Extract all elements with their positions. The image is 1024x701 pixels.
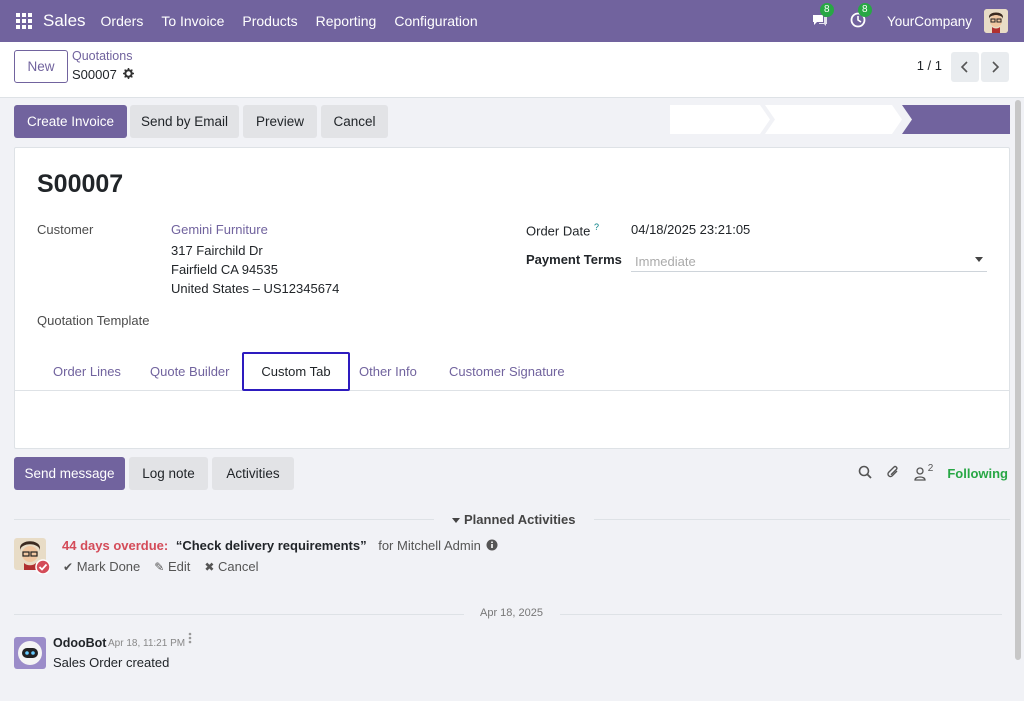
message-options-icon[interactable] (188, 632, 192, 644)
cancel-order-button[interactable]: Cancel (321, 105, 388, 138)
status-pipeline (670, 105, 1010, 134)
user-avatar[interactable] (984, 9, 1008, 33)
planned-activities-label: Planned Activities (464, 512, 576, 527)
menu-configuration[interactable]: Configuration (385, 13, 486, 29)
caret-down-icon (452, 518, 460, 524)
pencil-icon: ✎ (154, 560, 165, 574)
activity-clock-icon[interactable]: 8 (849, 3, 872, 31)
breadcrumb-quotations[interactable]: Quotations (72, 49, 132, 63)
gear-icon[interactable] (122, 67, 134, 82)
chevron-left-icon (960, 61, 968, 73)
order-date-label-text: Order Date (526, 223, 591, 239)
activity-line: 44 days overdue: “Check delivery require… (62, 538, 498, 554)
customer-label: Customer (37, 222, 94, 237)
followers-button[interactable]: 2 (914, 463, 933, 481)
overdue-text: 44 days overdue: (62, 538, 169, 553)
tab-customer-signature[interactable]: Customer Signature (449, 352, 565, 391)
send-message-button[interactable]: Send message (14, 457, 125, 490)
menu-products[interactable]: Products (233, 13, 306, 29)
messaging-icon[interactable]: 8 (811, 3, 834, 31)
caret-down-icon (975, 257, 983, 262)
send-by-email-button[interactable]: Send by Email (130, 105, 239, 138)
date-divider-left (14, 614, 464, 615)
pager-previous-button[interactable] (951, 52, 979, 82)
date-separator: Apr 18, 2025 (480, 607, 543, 619)
activity-assignee: for Mitchell Admin (378, 538, 481, 553)
record-name: S00007 (72, 67, 117, 82)
status-step-quotation[interactable] (670, 105, 770, 134)
status-step-quotation-sent[interactable] (765, 105, 902, 134)
new-button[interactable]: New (14, 50, 68, 83)
messages-badge: 8 (819, 3, 834, 17)
mark-done-button[interactable]: ✔ Mark Done (63, 559, 140, 574)
search-icon[interactable] (858, 465, 872, 482)
order-name: S00007 (37, 170, 124, 198)
form-sheet: S00007 Customer Gemini Furniture 317 Fai… (14, 147, 1010, 449)
payment-terms-placeholder: Immediate (635, 254, 696, 269)
order-date-label: Order Date ? (526, 222, 599, 238)
log-note-button[interactable]: Log note (129, 457, 208, 490)
info-icon[interactable] (486, 539, 498, 554)
help-tooltip-icon[interactable]: ? (594, 222, 599, 232)
activity-summary: “Check delivery requirements” (175, 538, 367, 553)
planned-activities-toggle[interactable]: Planned Activities (452, 512, 576, 527)
activities-badge: 8 (857, 3, 872, 17)
odoobot-avatar[interactable] (14, 637, 46, 669)
quotation-template-label: Quotation Template (37, 313, 150, 328)
control-panel: New Quotations S00007 1 / 1 (0, 42, 1024, 98)
address-line-1: 317 Fairchild Dr (171, 243, 263, 258)
close-icon: ✖ (204, 560, 215, 574)
check-icon: ✔ (63, 560, 74, 574)
order-date-value[interactable]: 04/18/2025 23:21:05 (631, 222, 750, 237)
message-body: Sales Order created (53, 655, 170, 670)
message-timestamp: Apr 18, 11:21 PM (108, 638, 186, 649)
followers-count: 2 (927, 462, 934, 474)
top-navbar: Sales Orders To Invoice Products Reporti… (0, 0, 1024, 42)
chevron-right-icon (992, 61, 1000, 73)
paperclip-icon[interactable] (886, 465, 900, 482)
address-line-3: United States – US12345674 (171, 281, 340, 296)
tab-order-lines[interactable]: Order Lines (53, 352, 121, 391)
activity-actions: ✔ Mark Done ✎ Edit ✖ Cancel (63, 559, 259, 574)
message-author[interactable]: OdooBot (53, 636, 106, 650)
cancel-label: Cancel (218, 559, 259, 574)
menu-reporting[interactable]: Reporting (307, 13, 386, 29)
create-invoice-button[interactable]: Create Invoice (14, 105, 127, 138)
payment-terms-label: Payment Terms (526, 252, 622, 267)
cancel-activity-button[interactable]: ✖ Cancel (204, 559, 258, 574)
following-button[interactable]: Following (947, 466, 1008, 481)
chatter-tools: 2 Following (858, 463, 1008, 482)
status-step-sales-order[interactable] (902, 105, 1010, 134)
menu-orders[interactable]: Orders (92, 13, 153, 29)
payment-terms-select[interactable]: Immediate (631, 250, 987, 272)
edit-label: Edit (167, 559, 191, 574)
user-icon (914, 466, 926, 481)
notebook-tabs: Order Lines Quote Builder Custom Tab Oth… (15, 352, 1009, 391)
activities-button[interactable]: Activities (212, 457, 294, 490)
page-scrollbar[interactable] (1015, 100, 1021, 660)
mark-done-label: Mark Done (76, 559, 141, 574)
preview-button[interactable]: Preview (243, 105, 317, 138)
app-brand[interactable]: Sales (43, 11, 86, 31)
menu-to-invoice[interactable]: To Invoice (152, 13, 233, 29)
pager-next-button[interactable] (981, 52, 1009, 82)
customer-link[interactable]: Gemini Furniture (171, 222, 268, 237)
company-switcher[interactable]: YourCompany (887, 14, 972, 29)
address-line-2: Fairfield CA 94535 (171, 262, 278, 277)
pager-value[interactable]: 1 / 1 (917, 58, 942, 73)
tab-quote-builder[interactable]: Quote Builder (150, 352, 230, 391)
planned-divider-left (14, 519, 434, 520)
apps-grid-icon[interactable] (16, 13, 32, 29)
planned-divider-right (594, 519, 1010, 520)
tab-other-info[interactable]: Other Info (359, 352, 417, 391)
tab-custom-tab[interactable]: Custom Tab (242, 352, 350, 391)
record-title: S00007 (72, 67, 134, 82)
activity-avatar (14, 538, 51, 575)
edit-activity-button[interactable]: ✎ Edit (154, 559, 190, 574)
date-divider-right (560, 614, 1002, 615)
